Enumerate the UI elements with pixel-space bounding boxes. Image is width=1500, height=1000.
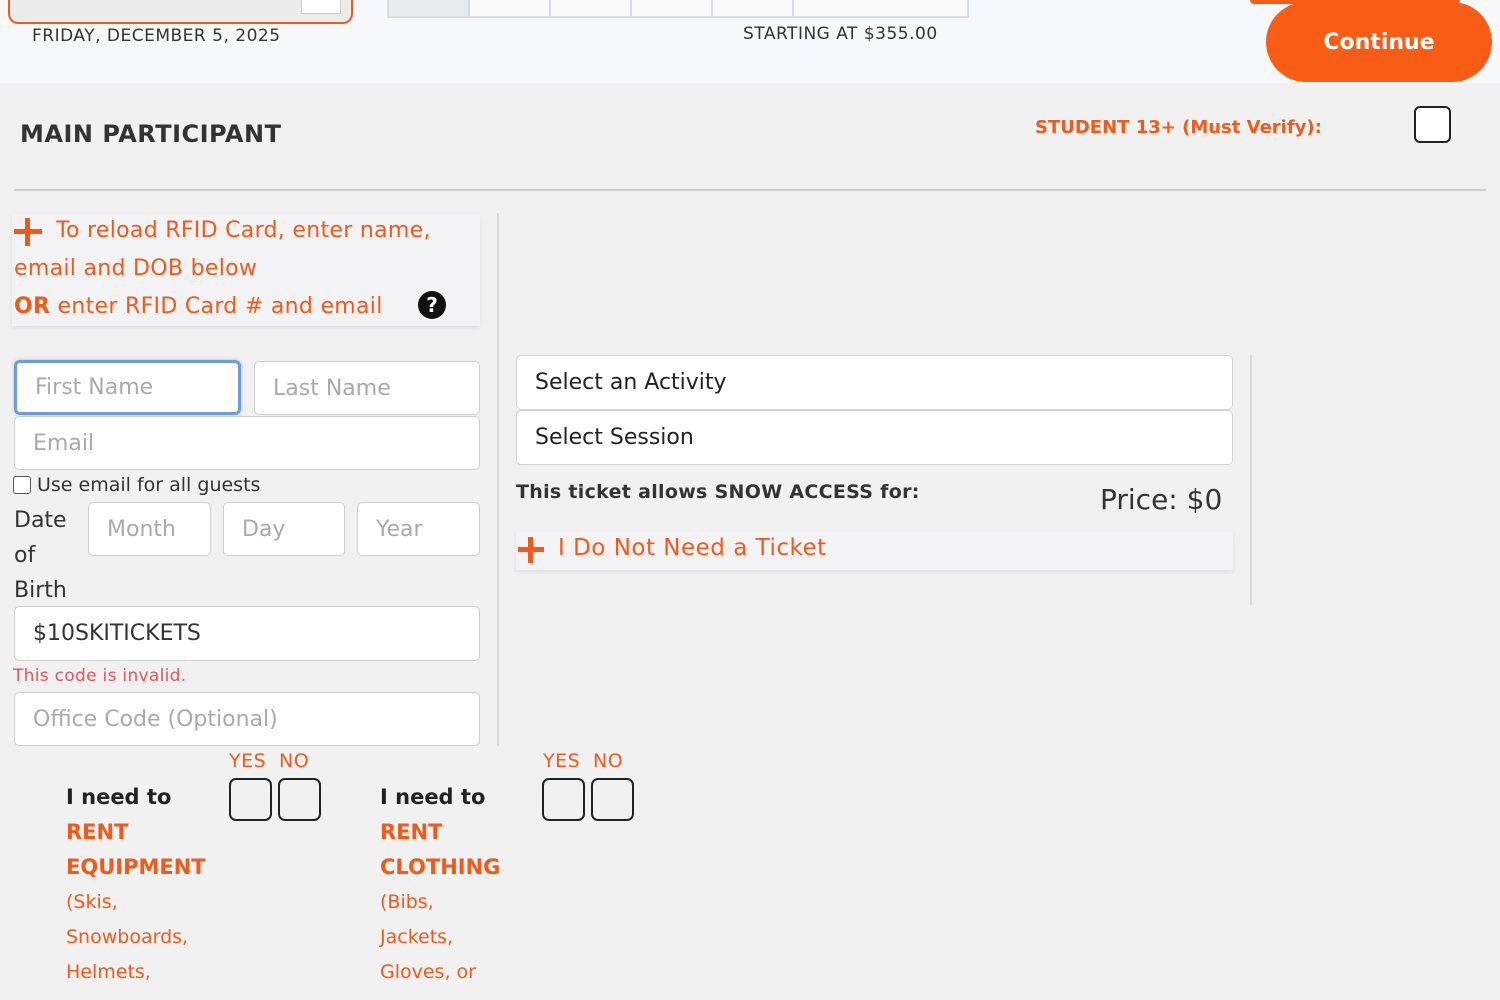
column-divider <box>497 213 499 746</box>
day-cell[interactable] <box>632 0 713 16</box>
clothing-yes-checkbox[interactable] <box>542 778 585 821</box>
equipment-yes-label: YES <box>229 750 267 772</box>
rfid-or-word: OR <box>14 294 51 319</box>
rent-equipment-line-3: EQUIPMENT <box>66 855 206 879</box>
calendar-icon[interactable] <box>301 0 341 14</box>
rent-clothing-line-4: (Bibs, <box>380 891 434 913</box>
day-cell[interactable] <box>470 0 551 16</box>
rent-clothing-text: I need to RENT CLOTHING (Bibs, Jackets, … <box>380 780 540 990</box>
rfid-text-line-3: OR enter RFID Card # and email <box>14 294 383 319</box>
rent-equipment-line-1: I need to <box>66 785 172 809</box>
question-circle-icon[interactable]: ? <box>418 291 446 319</box>
main-participant-title: MAIN PARTICIPANT <box>20 120 282 148</box>
date-picker-input[interactable]: 2025-12-05 <box>8 0 353 24</box>
dob-month-input[interactable] <box>88 502 211 556</box>
rent-equipment-line-6: Helmets, <box>66 961 151 983</box>
use-email-option[interactable]: Use email for all guests <box>13 474 260 496</box>
rent-equipment-line-2: RENT <box>66 820 129 844</box>
activity-select[interactable]: Select an Activity <box>516 355 1233 410</box>
date-input-text: 2025-12-05 <box>28 0 153 3</box>
dob-label: Date of Birth <box>14 503 84 608</box>
plus-icon[interactable] <box>518 537 544 563</box>
day-cell[interactable] <box>551 0 632 16</box>
continue-button[interactable]: Continue <box>1266 2 1492 82</box>
rfid-text-line-1: To reload RFID Card, enter name, <box>56 218 431 243</box>
dob-year-input[interactable] <box>357 502 480 556</box>
last-name-input[interactable] <box>254 361 480 415</box>
clothing-yes-label: YES <box>543 750 581 772</box>
session-select-label: Select Session <box>535 425 694 450</box>
office-code-input[interactable] <box>14 692 480 746</box>
student-checkbox[interactable] <box>1414 106 1451 143</box>
equipment-no-label: NO <box>279 750 310 772</box>
clothing-no-checkbox[interactable] <box>591 778 634 821</box>
email-input[interactable] <box>14 416 480 470</box>
day-cell[interactable] <box>794 0 967 16</box>
session-select[interactable]: Select Session <box>516 410 1233 465</box>
use-email-label: Use email for all guests <box>37 474 261 496</box>
ticket-price: Price: $0 <box>1100 483 1223 516</box>
day-cell[interactable] <box>713 0 794 16</box>
no-ticket-label[interactable]: I Do Not Need a Ticket <box>558 535 827 561</box>
column-divider-right <box>1250 355 1252 605</box>
rent-clothing-line-5: Jackets, <box>380 926 454 948</box>
starting-price-label: STARTING AT $355.00 <box>743 24 938 44</box>
clothing-no-label: NO <box>593 750 624 772</box>
section-divider <box>14 189 1486 191</box>
rent-clothing-line-2: RENT <box>380 820 443 844</box>
dob-day-input[interactable] <box>223 502 345 556</box>
dob-label-line-2: of <box>14 543 36 568</box>
rent-equipment-text: I need to RENT EQUIPMENT (Skis, Snowboar… <box>66 780 236 990</box>
dob-label-line-1: Date <box>14 508 67 533</box>
promo-code-input[interactable] <box>14 606 480 661</box>
rent-equipment-line-5: Snowboards, <box>66 926 189 948</box>
promo-error-message: This code is invalid. <box>13 666 187 686</box>
first-name-input[interactable] <box>14 360 241 415</box>
rent-clothing-line-1: I need to <box>380 785 486 809</box>
day-cell[interactable] <box>389 0 470 16</box>
student-verify-label: STUDENT 13+ (Must Verify): <box>1035 117 1322 138</box>
equipment-no-checkbox[interactable] <box>278 778 321 821</box>
rent-clothing-line-6: Gloves, or <box>380 961 476 983</box>
selected-date-caption: FRIDAY, DECEMBER 5, 2025 <box>32 26 281 46</box>
use-email-checkbox[interactable] <box>13 476 31 494</box>
day-selector-strip <box>387 0 969 18</box>
rent-clothing-line-3: CLOTHING <box>380 855 501 879</box>
snow-access-label: This ticket allows SNOW ACCESS for: <box>516 481 920 503</box>
rent-equipment-line-4: (Skis, <box>66 891 118 913</box>
activity-select-label: Select an Activity <box>535 370 727 395</box>
plus-icon[interactable] <box>14 218 42 246</box>
rfid-text-line-2: email and DOB below <box>14 256 258 281</box>
rfid-line-3-text: enter RFID Card # and email <box>50 294 383 319</box>
dob-label-line-3: Birth <box>14 578 67 603</box>
